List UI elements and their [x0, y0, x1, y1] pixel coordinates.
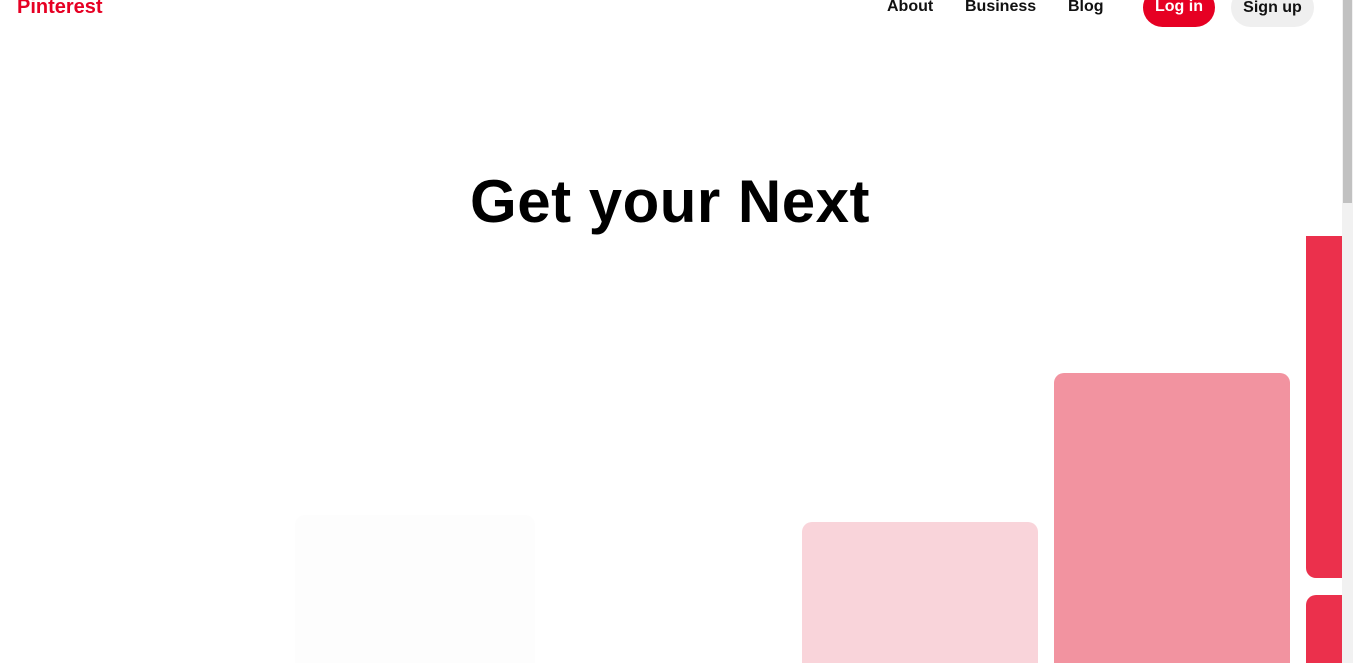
- scrollbar-thumb[interactable]: [1343, 0, 1352, 203]
- nav-about-link[interactable]: About: [887, 0, 933, 20]
- pin-card-faint: [295, 515, 535, 663]
- nav-business-link[interactable]: Business: [965, 0, 1036, 20]
- login-button[interactable]: Log in: [1143, 0, 1215, 27]
- pin-card-mid: [1054, 373, 1290, 663]
- hero-headline: Get your Next: [470, 168, 870, 235]
- signup-button[interactable]: Sign up: [1231, 0, 1314, 27]
- page: Pinterest About Business Blog Log in Sig…: [0, 0, 1353, 663]
- nav-blog-link[interactable]: Blog: [1068, 0, 1104, 20]
- pin-card-light: [802, 522, 1038, 663]
- pinterest-logo[interactable]: Pinterest: [17, 0, 103, 20]
